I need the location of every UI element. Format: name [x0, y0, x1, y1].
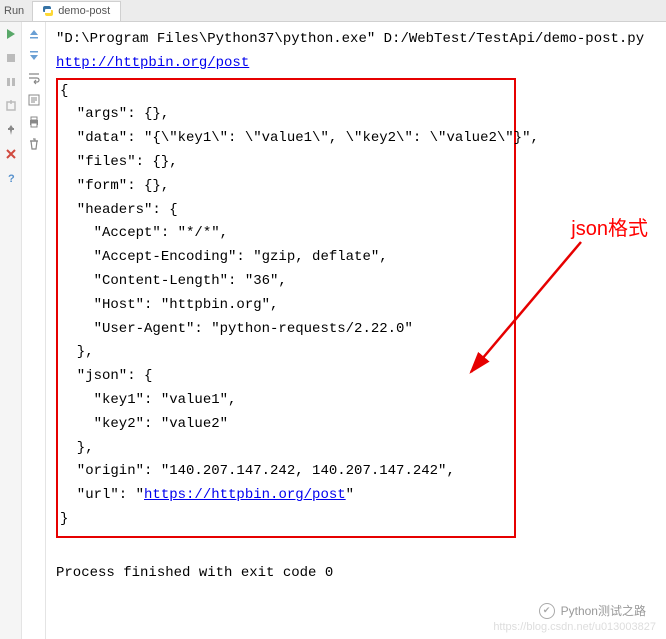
help-icon[interactable]: ? [3, 170, 19, 186]
command-line: "D:\Program Files\Python37\python.exe" D… [56, 28, 656, 52]
json-output-box: { "args": {}, "data": "{\"key1\": \"valu… [56, 78, 516, 538]
stop-icon[interactable] [3, 50, 19, 66]
close-icon[interactable] [3, 146, 19, 162]
main-area: ? "D:\Program Files\Python37\python.exe"… [0, 22, 666, 639]
run-toolbar: ? [0, 22, 22, 639]
scroll-to-end-icon[interactable] [26, 92, 42, 108]
json-url-link[interactable]: https://httpbin.org/post [144, 487, 346, 503]
svg-text:?: ? [8, 173, 15, 184]
wechat-icon: ✔ [539, 603, 555, 619]
clear-icon[interactable] [26, 136, 42, 152]
console-toolbar [22, 22, 46, 639]
print-icon[interactable] [26, 114, 42, 130]
pin-icon[interactable] [3, 122, 19, 138]
python-icon [43, 6, 53, 16]
json-content: { "args": {}, "data": "{\"key1\": \"valu… [60, 80, 508, 532]
run-tab[interactable]: demo-post [32, 1, 121, 21]
soft-wrap-icon[interactable] [26, 70, 42, 86]
scroll-up-icon[interactable] [26, 26, 42, 42]
pause-icon[interactable] [3, 74, 19, 90]
run-label: Run [4, 5, 24, 17]
exit-icon[interactable] [3, 98, 19, 114]
rerun-icon[interactable] [3, 26, 19, 42]
tab-title: demo-post [58, 5, 110, 17]
printed-url[interactable]: http://httpbin.org/post [56, 55, 249, 71]
scroll-down-icon[interactable] [26, 48, 42, 64]
console-output[interactable]: "D:\Program Files\Python37\python.exe" D… [46, 22, 666, 639]
annotation-label: json格式 [571, 212, 648, 246]
tab-bar: Run demo-post [0, 0, 666, 22]
watermark-url: https://blog.csdn.net/u013003827 [493, 618, 656, 637]
exit-message: Process finished with exit code 0 [56, 562, 656, 586]
